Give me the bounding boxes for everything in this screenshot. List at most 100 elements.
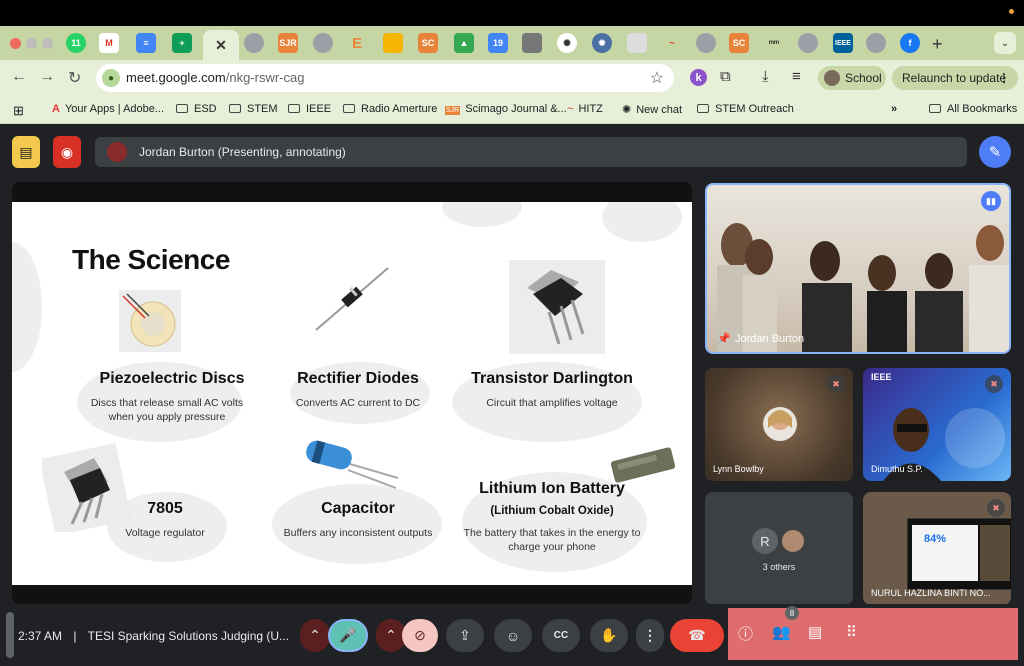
tab-generic[interactable] <box>244 33 264 53</box>
tab-gmail[interactable]: M <box>99 33 119 53</box>
activities-grid-icon[interactable]: ⠿ <box>846 623 857 641</box>
participant-tile-nurul[interactable]: 84% ✖ NURUL HAZLINA BINTI NO... <box>863 492 1011 605</box>
url-text: meet.google.com/nkg-rswr-cag <box>126 70 305 85</box>
more-menu-icon[interactable]: ⋮ <box>998 71 1010 85</box>
folder-icon <box>343 104 355 113</box>
folder-icon <box>176 104 188 113</box>
slide-decoration <box>442 202 522 227</box>
bookmark-esd[interactable]: ESD <box>176 103 217 115</box>
folder-icon <box>229 104 241 113</box>
microphone-off-button[interactable]: 🎤 <box>328 619 368 652</box>
new-tab-button[interactable]: + <box>932 34 943 55</box>
bookmark-adobe[interactable]: A Your Apps | Adobe... <box>52 103 164 115</box>
media-control-icon[interactable]: ≡ <box>792 68 801 85</box>
bookmark-new-chat[interactable]: ✺ New chat <box>622 103 682 116</box>
shared-screen-sidebar <box>980 525 1010 581</box>
leave-call-button[interactable]: ☎ <box>670 619 724 652</box>
extensions-puzzle-icon[interactable]: ⧉ <box>720 68 731 85</box>
all-bookmarks[interactable]: All Bookmarks <box>929 103 1017 115</box>
folder-icon <box>697 104 709 113</box>
side-panel-handle[interactable] <box>6 612 14 658</box>
participant-tile-others[interactable]: R 3 others <box>705 492 853 605</box>
meeting-details-info-icon[interactable]: ⓘ <box>738 623 753 644</box>
tab-facebook[interactable]: f <box>900 33 920 53</box>
shared-screen-thumbnail: 84% <box>907 518 1011 590</box>
people-count-badge: 8 <box>785 606 799 620</box>
others-label: 3 others <box>762 562 796 572</box>
tab-generic[interactable] <box>313 33 333 53</box>
tab-sheets[interactable]: + <box>172 33 192 53</box>
present-screen-button[interactable]: ⇪ <box>446 619 484 652</box>
tab-generic[interactable] <box>696 33 716 53</box>
bookmark-ieee[interactable]: IEEE <box>288 103 331 115</box>
item-desc-diodes: Converts AC current to DC <box>295 397 421 409</box>
bookmark-stem-outreach[interactable]: STEM Outreach <box>697 103 794 115</box>
slide-decoration <box>12 242 42 372</box>
tab-image[interactable] <box>627 33 647 53</box>
tab-active-meet[interactable]: ✕ <box>203 30 239 60</box>
close-window-button[interactable] <box>10 38 21 49</box>
microphone-icon[interactable]: ● <box>102 69 120 87</box>
recording-icon[interactable]: ◉ <box>53 136 81 168</box>
people-icon[interactable]: 👥 <box>772 623 791 641</box>
participant-tile-jordan[interactable]: ▮▮ 📌 Jordan Burton <box>705 183 1011 354</box>
chat-icon[interactable]: ▤ <box>808 623 822 641</box>
participant-tile-lynn[interactable]: ✖ Lynn Bowlby <box>705 368 853 481</box>
more-options-button[interactable]: ⋮ <box>636 619 664 652</box>
tab-sc-2[interactable]: SC <box>729 33 749 53</box>
more-bookmarks-chevron-icon[interactable]: » <box>891 103 897 115</box>
address-bar[interactable]: ● meet.google.com/nkg-rswr-cag ☆ <box>96 64 674 92</box>
tab-drive[interactable]: ▲ <box>454 33 474 53</box>
camera-off-button[interactable]: ⊘ <box>402 619 438 652</box>
bookmark-hitz[interactable]: ~ HITZ <box>567 103 603 115</box>
tab-generic[interactable] <box>866 33 886 53</box>
shared-screen-content: 84% <box>912 525 978 581</box>
tab-sc[interactable]: SC <box>418 33 438 53</box>
minimize-window-button[interactable] <box>26 38 37 49</box>
bookmark-radio[interactable]: Radio Amerture <box>343 103 437 115</box>
tab-slides[interactable] <box>383 33 403 53</box>
bookmark-star-icon[interactable]: ☆ <box>650 68 664 88</box>
close-tab-icon[interactable]: ✕ <box>215 37 227 54</box>
rectifier-diode-image <box>315 267 389 331</box>
tab-docs[interactable]: ≡ <box>136 33 156 53</box>
folder-icon <box>288 104 300 113</box>
item-desc-7805: Voltage regulator <box>125 527 205 539</box>
tab-ieee[interactable]: IEEE <box>833 33 853 53</box>
mic-options-chevron-icon[interactable]: ⌃ <box>300 619 330 652</box>
apps-grid-icon[interactable]: ⊞ <box>13 103 24 119</box>
captions-button[interactable]: CC <box>542 619 580 652</box>
tab-calendar[interactable]: 19 <box>488 33 508 53</box>
bookmark-stem[interactable]: STEM <box>229 103 278 115</box>
participant-tile-dimuthu[interactable]: IEEE ✖ Dimuthu S.P. <box>863 368 1011 481</box>
emoji-reaction-button[interactable]: ☺ <box>494 619 532 652</box>
tab-generic[interactable] <box>522 33 542 53</box>
raise-hand-button[interactable]: ✋ <box>590 619 628 652</box>
tab-openai[interactable]: ✺ <box>557 33 577 53</box>
avatar <box>824 70 840 86</box>
tab-whatsapp[interactable]: 11 <box>66 33 86 53</box>
item-title-capacitor: Capacitor <box>321 500 395 517</box>
reload-button[interactable]: ↻ <box>68 68 81 88</box>
fullscreen-window-button[interactable] <box>42 38 53 49</box>
tab-generic[interactable]: ᵐᵐ <box>764 33 784 53</box>
forward-button[interactable]: → <box>39 68 55 86</box>
stop-presenting-icon[interactable]: ▤ <box>12 136 40 168</box>
profile-button[interactable]: School <box>818 66 886 90</box>
tab-etsy[interactable]: E <box>347 33 367 53</box>
item-subtitle-battery: (Lithium Cobalt Oxide) <box>490 505 614 517</box>
back-button[interactable]: ← <box>11 68 27 86</box>
relaunch-button[interactable]: Relaunch to update ⋮ <box>892 66 1018 90</box>
tab-gear[interactable]: ✹ <box>592 33 612 53</box>
meeting-time: 2:37 AM <box>18 629 63 643</box>
annotate-pen-icon[interactable]: ✎ <box>979 136 1011 168</box>
pin-icon[interactable]: 📌 <box>717 332 731 345</box>
tab-generic[interactable] <box>798 33 818 53</box>
extension-k-icon[interactable]: k <box>690 69 707 86</box>
tab-hitz[interactable]: ~ <box>662 33 682 53</box>
tab-sjr[interactable]: SJR <box>278 33 298 53</box>
tab-search-button[interactable]: ⌄ <box>994 32 1016 54</box>
meeting-title: TESI Sparking Solutions Judging (U... <box>87 629 290 643</box>
download-icon[interactable]: ⤓ <box>762 68 769 85</box>
bookmark-scimago[interactable]: SJR Scimago Journal &... <box>445 103 567 115</box>
